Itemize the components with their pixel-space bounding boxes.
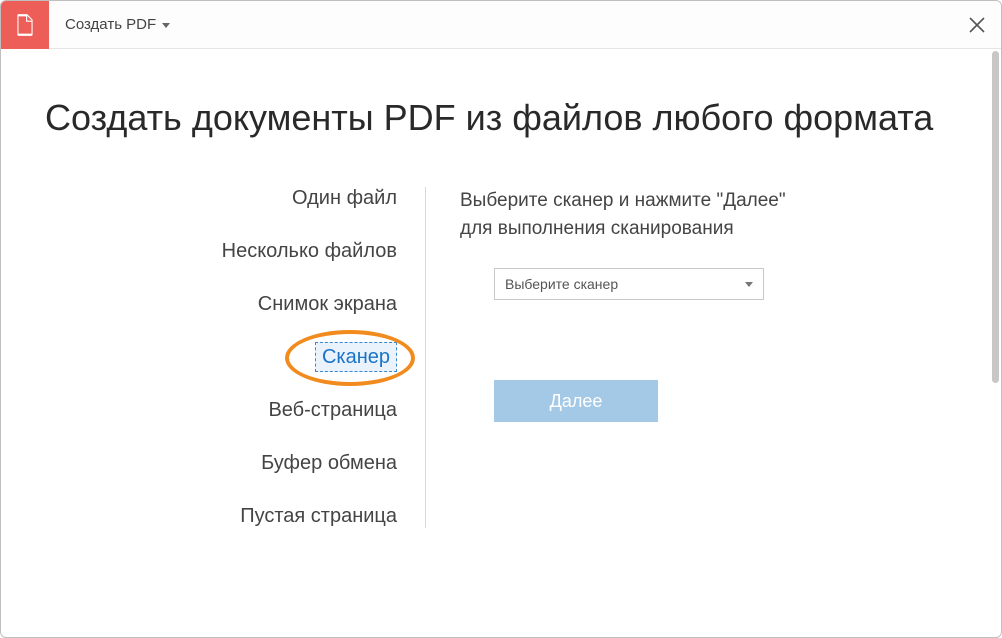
source-options-list: Один файл Несколько файлов Снимок экрана…	[45, 187, 425, 528]
close-button[interactable]	[953, 1, 1001, 48]
create-pdf-menu[interactable]: Создать PDF	[49, 1, 186, 48]
option-webpage[interactable]: Веб-страница	[268, 399, 397, 422]
scrollbar[interactable]	[992, 51, 999, 635]
next-button-label: Далее	[550, 391, 603, 412]
instruction-text: Выберите сканер и нажмите "Далее" для вы…	[460, 187, 806, 242]
pdf-app-icon	[1, 1, 49, 49]
option-screenshot[interactable]: Снимок экрана	[258, 293, 397, 316]
scanner-select-placeholder: Выберите сканер	[505, 276, 618, 292]
create-pdf-dialog: Создать PDF Создать документы PDF из фай…	[0, 0, 1002, 638]
menu-label: Создать PDF	[65, 16, 156, 33]
close-icon	[969, 17, 985, 33]
chevron-down-icon	[745, 282, 753, 287]
chevron-down-icon	[162, 23, 170, 28]
scrollbar-thumb[interactable]	[992, 51, 999, 383]
page-title: Создать документы PDF из файлов любого ф…	[45, 97, 957, 139]
option-scanner[interactable]: Сканер	[315, 342, 397, 372]
document-icon	[12, 12, 38, 38]
option-single-file[interactable]: Один файл	[292, 187, 397, 210]
option-blank-page[interactable]: Пустая страница	[240, 505, 397, 528]
option-clipboard[interactable]: Буфер обмена	[261, 452, 397, 475]
right-panel: Выберите сканер и нажмите "Далее" для вы…	[426, 187, 806, 528]
option-scanner-wrap: Сканер	[315, 346, 397, 369]
titlebar: Создать PDF	[1, 1, 1001, 49]
next-button[interactable]: Далее	[494, 380, 658, 422]
content-area: Создать документы PDF из файлов любого ф…	[1, 49, 1001, 637]
scanner-select[interactable]: Выберите сканер	[494, 268, 764, 300]
option-multiple-files[interactable]: Несколько файлов	[222, 240, 397, 263]
columns: Один файл Несколько файлов Снимок экрана…	[45, 187, 957, 528]
